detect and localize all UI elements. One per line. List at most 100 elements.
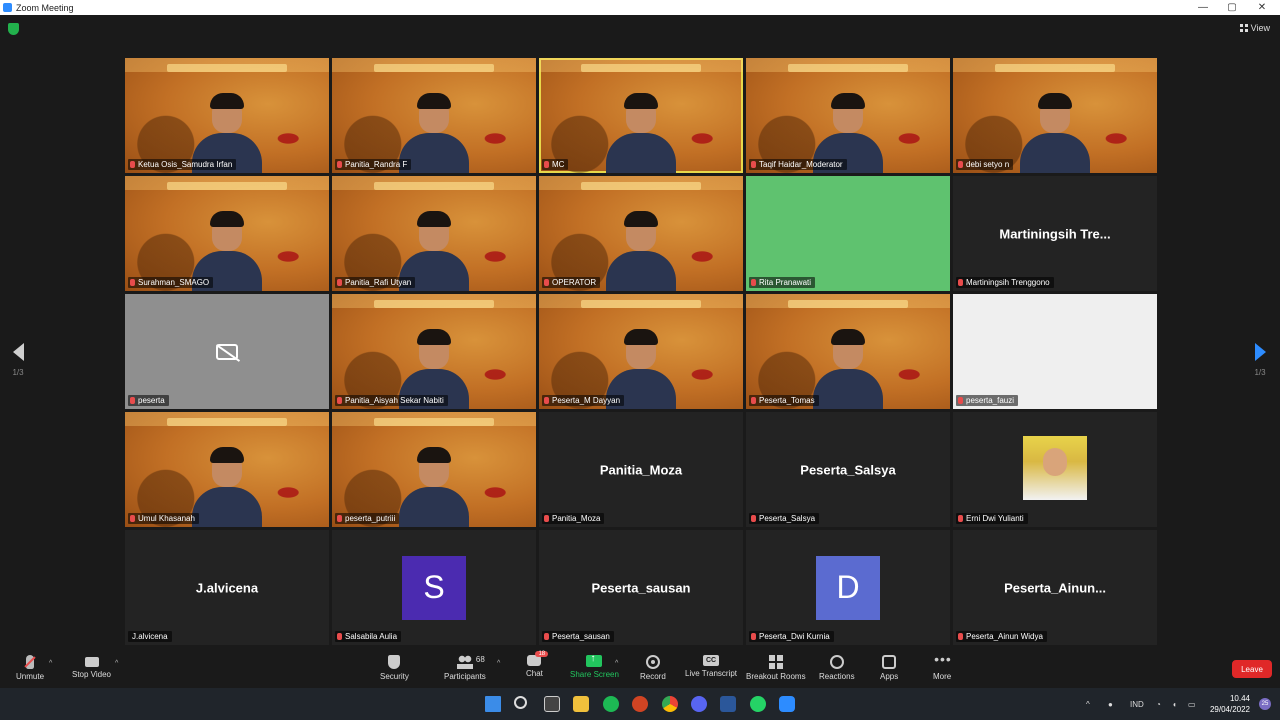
virtual-background-banner: [581, 300, 701, 308]
task-view-icon[interactable]: [544, 696, 560, 712]
notification-badge[interactable]: 25: [1259, 698, 1271, 710]
participant-name: debi setyo n: [966, 160, 1010, 169]
participant-tile[interactable]: Martiningsih Tre... Martiningsih Trenggon…: [953, 176, 1157, 291]
participant-tile[interactable]: peserta_putriii: [332, 412, 536, 527]
virtual-background-banner: [167, 182, 287, 190]
video-options-caret-icon[interactable]: ^: [115, 660, 118, 667]
share-screen-button[interactable]: Share Screen: [570, 653, 619, 679]
participant-tile[interactable]: Peserta_Ainun... Peserta_Ainun Widya: [953, 530, 1157, 645]
previous-page-button[interactable]: 1/3: [8, 343, 28, 377]
battery-icon[interactable]: ▭: [1188, 688, 1196, 720]
participant-tile[interactable]: Ketua Osis_Samudra Irfan: [125, 58, 329, 173]
participants-label: Participants: [444, 672, 486, 681]
page-indicator-left: 1/3: [12, 368, 24, 377]
chrome-icon[interactable]: [662, 696, 678, 712]
record-button[interactable]: Record: [640, 655, 666, 681]
discord-icon[interactable]: [691, 696, 707, 712]
participant-name-label: Taqif Haidar_Moderator: [749, 159, 847, 170]
share-options-caret-icon[interactable]: ^: [615, 660, 618, 667]
participant-tile[interactable]: peserta: [125, 294, 329, 409]
virtual-background-banner: [374, 182, 494, 190]
share-screen-icon: [586, 653, 603, 667]
taskbar-clock[interactable]: 10.44 29/04/2022: [1210, 693, 1250, 715]
chat-label: Chat: [526, 669, 543, 678]
clock-date: 29/04/2022: [1209, 705, 1250, 714]
participant-tile[interactable]: OPERATOR: [539, 176, 743, 291]
participant-tile[interactable]: Panitia_Rafi Utyan: [332, 176, 536, 291]
muted-microphone-icon: [958, 161, 963, 168]
participant-name-label: Umul Khasanah: [128, 513, 199, 524]
participant-name-label: Peserta_Tomas: [749, 395, 819, 406]
participant-tile[interactable]: J.alvicena J.alvicena: [125, 530, 329, 645]
maximize-button[interactable]: ▢: [1217, 0, 1247, 15]
stop-video-button[interactable]: Stop Video: [72, 655, 111, 679]
muted-microphone-icon: [337, 515, 342, 522]
zoom-taskbar-icon[interactable]: [779, 696, 795, 712]
participants-options-caret-icon[interactable]: ^: [497, 660, 500, 667]
tray-overflow-icon[interactable]: ^: [1086, 688, 1090, 720]
participant-name-label: peserta_putriii: [335, 513, 400, 524]
participant-tile[interactable]: debi setyo n: [953, 58, 1157, 173]
participants-button[interactable]: 68 Participants: [444, 655, 486, 681]
participant-tile[interactable]: Panitia_Moza Panitia_Moza: [539, 412, 743, 527]
view-button[interactable]: View: [1239, 23, 1270, 33]
participant-name: Panitia_Rafi Utyan: [345, 278, 412, 287]
powerpoint-icon[interactable]: [632, 696, 648, 712]
participant-video: [606, 93, 676, 173]
participant-tile[interactable]: Peserta_sausan Peserta_sausan: [539, 530, 743, 645]
chat-button[interactable]: 18 Chat: [526, 651, 549, 678]
unmute-button[interactable]: Unmute: [16, 655, 44, 681]
muted-microphone-icon: [751, 279, 756, 286]
minimize-button[interactable]: —: [1188, 0, 1218, 15]
participant-tile[interactable]: Panitia_Aisyah Sekar Nabiti: [332, 294, 536, 409]
participant-tile[interactable]: Rita Pranawati: [746, 176, 950, 291]
participant-tile[interactable]: peserta_fauzi: [953, 294, 1157, 409]
participant-tile[interactable]: D Peserta_Dwi Kurnia: [746, 530, 950, 645]
participant-tile[interactable]: Peserta_Salsya Peserta_Salsya: [746, 412, 950, 527]
participant-tile[interactable]: Umul Khasanah: [125, 412, 329, 527]
participant-tile[interactable]: MC: [539, 58, 743, 173]
close-button[interactable]: ✕: [1247, 0, 1277, 15]
participant-tile[interactable]: Taqif Haidar_Moderator: [746, 58, 950, 173]
participant-name-label: Peserta_M Dayyan: [542, 395, 625, 406]
participants-count: 68: [475, 655, 485, 664]
virtual-background-banner: [581, 182, 701, 190]
participant-name-label: Peserta_sausan: [542, 631, 614, 642]
microphone-muted-icon: [26, 655, 34, 669]
more-button[interactable]: ••• More: [933, 652, 951, 681]
search-icon[interactable]: [514, 696, 527, 709]
participant-tile[interactable]: Erni Dwi Yulianti: [953, 412, 1157, 527]
language-indicator[interactable]: IND: [1130, 688, 1144, 720]
apps-button[interactable]: Apps: [880, 655, 898, 681]
whatsapp-icon[interactable]: [750, 696, 766, 712]
participant-tile[interactable]: Surahman_SMAGO: [125, 176, 329, 291]
audio-options-caret-icon[interactable]: ^: [49, 660, 52, 667]
participant-name-label: Panitia_Randra F: [335, 159, 412, 170]
participant-display-name: J.alvicena: [195, 580, 259, 595]
participant-name: Panitia_Randra F: [345, 160, 408, 169]
spotify-icon[interactable]: [603, 696, 619, 712]
reactions-button[interactable]: Reactions: [819, 655, 855, 681]
next-page-button[interactable]: 1/3: [1250, 343, 1270, 377]
wifi-icon[interactable]: ◔: [1156, 688, 1161, 720]
participant-tile[interactable]: S Salsabila Aulia: [332, 530, 536, 645]
participant-tile[interactable]: Peserta_M Dayyan: [539, 294, 743, 409]
word-icon[interactable]: [720, 696, 736, 712]
muted-microphone-icon: [130, 279, 135, 286]
volume-icon[interactable]: ◖: [1172, 688, 1177, 720]
encryption-shield-icon[interactable]: [8, 23, 19, 35]
tray-microphone-icon[interactable]: ●: [1108, 688, 1113, 720]
participant-tile[interactable]: Peserta_Tomas: [746, 294, 950, 409]
participant-display-name: Peserta_Ainun...: [1004, 580, 1106, 595]
live-transcript-button[interactable]: CC Live Transcript: [685, 655, 737, 678]
leave-button[interactable]: Leave: [1232, 660, 1272, 678]
participant-name-label: Peserta_Salsya: [749, 513, 820, 524]
participant-tile[interactable]: Panitia_Randra F: [332, 58, 536, 173]
breakout-rooms-button[interactable]: Breakout Rooms: [746, 655, 806, 681]
participant-name: Peserta_Ainun Widya: [966, 632, 1043, 641]
file-explorer-icon[interactable]: [573, 696, 589, 712]
windows-start-icon[interactable]: [485, 696, 501, 712]
participant-name: Panitia_Moza: [552, 514, 601, 523]
security-button[interactable]: Security: [380, 655, 409, 681]
breakout-rooms-icon: [768, 655, 783, 669]
